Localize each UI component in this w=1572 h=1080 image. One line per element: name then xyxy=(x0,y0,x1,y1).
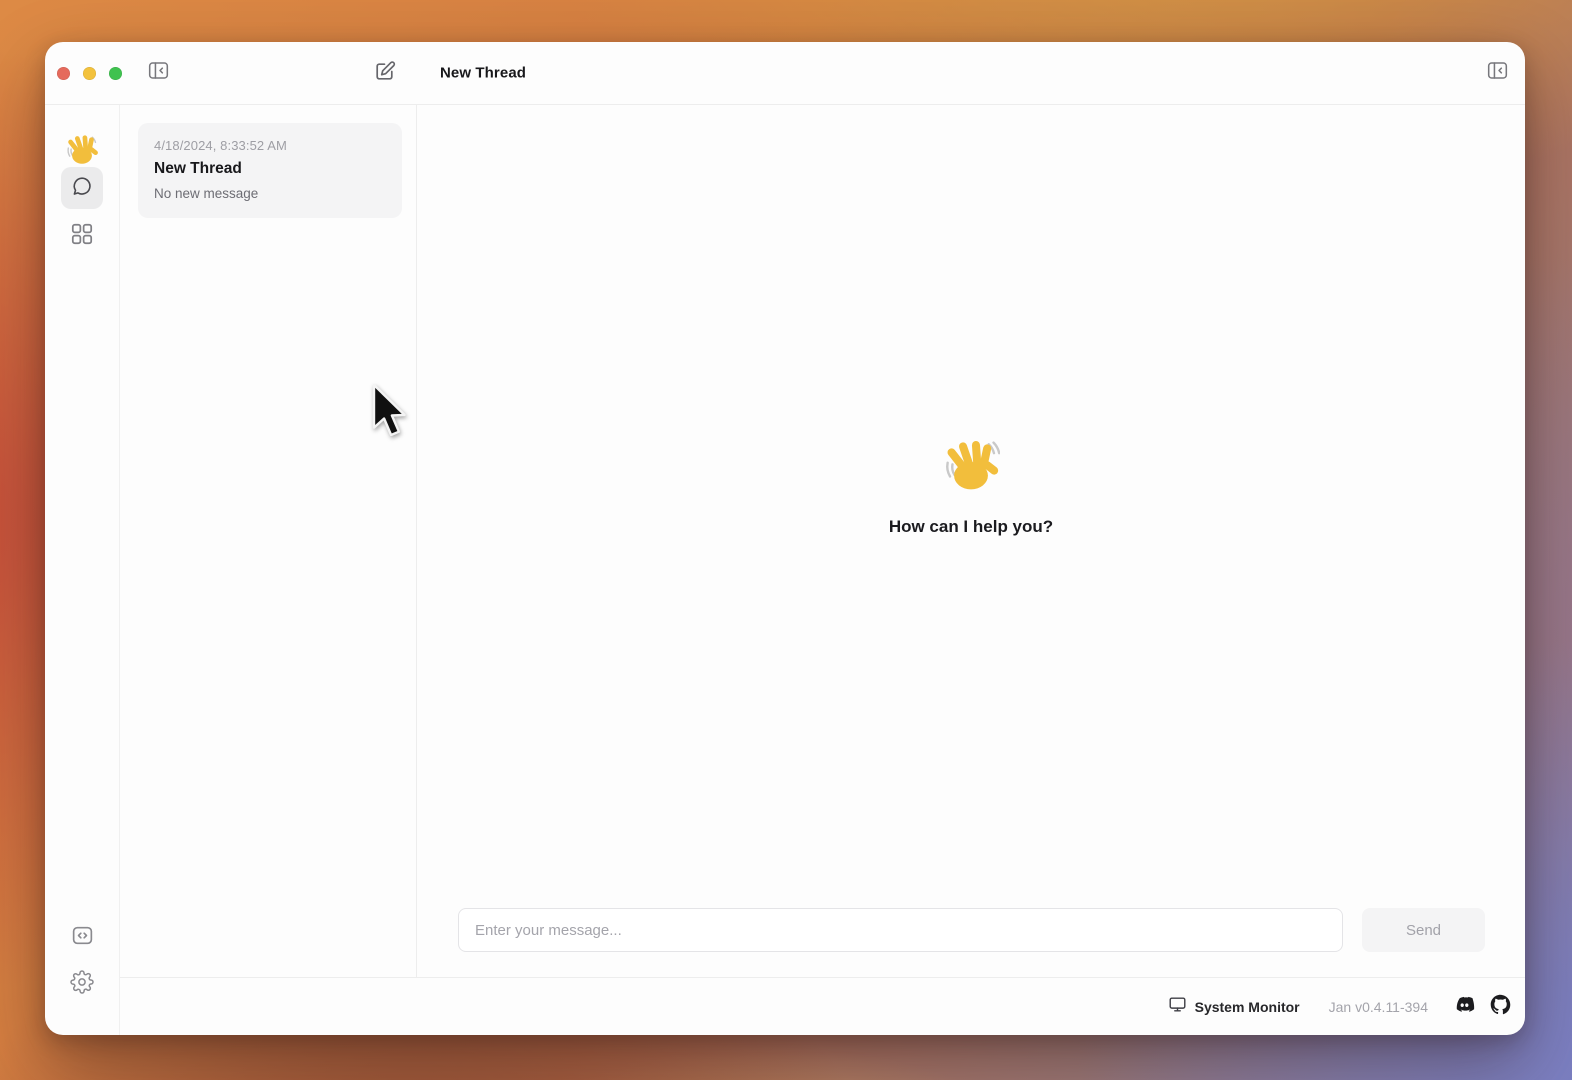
settings-button[interactable] xyxy=(61,963,103,1005)
gear-icon xyxy=(70,970,94,999)
github-link[interactable] xyxy=(1489,996,1511,1018)
wave-hand-icon xyxy=(942,437,1000,495)
sidebar-collapse-icon xyxy=(1486,59,1509,87)
jan-logo-wave[interactable] xyxy=(65,133,99,167)
nav-threads-button[interactable] xyxy=(61,167,103,209)
chat-bubble-icon xyxy=(70,174,94,203)
thread-title: New Thread xyxy=(154,160,386,178)
icon-rail-sidebar xyxy=(45,105,120,1035)
pencil-square-icon xyxy=(373,59,397,88)
sidebar-collapse-icon xyxy=(147,59,170,87)
chat-main-panel: How can I help you? Send xyxy=(417,105,1525,977)
local-api-server-button[interactable] xyxy=(61,917,103,959)
thread-list-item[interactable]: 4/18/2024, 8:33:52 AM New Thread No new … xyxy=(138,123,402,218)
github-icon xyxy=(1489,993,1512,1021)
monitor-icon xyxy=(1168,995,1187,1019)
greeting-text: How can I help you? xyxy=(889,517,1053,537)
minimize-window-button[interactable] xyxy=(83,67,96,80)
empty-thread-hero: How can I help you? xyxy=(417,105,1525,908)
zoom-window-button[interactable] xyxy=(109,67,122,80)
close-window-button[interactable] xyxy=(57,67,70,80)
system-monitor-label: System Monitor xyxy=(1195,999,1300,1015)
thread-title-header: New Thread xyxy=(440,65,526,82)
status-footer: System Monitor Jan v0.4.11-394 xyxy=(120,977,1525,1035)
app-window: New Thread xyxy=(45,42,1525,1035)
thread-timestamp: 4/18/2024, 8:33:52 AM xyxy=(154,138,386,153)
system-monitor-button[interactable]: System Monitor xyxy=(1168,995,1300,1019)
traffic-lights xyxy=(45,67,122,80)
toggle-left-panel-button[interactable] xyxy=(146,61,170,85)
create-new-thread-button[interactable] xyxy=(373,61,397,85)
code-square-icon xyxy=(70,923,95,953)
toggle-right-panel-button[interactable] xyxy=(1485,61,1509,85)
grid-icon xyxy=(69,221,95,252)
send-button[interactable]: Send xyxy=(1362,908,1485,952)
nav-hub-button[interactable] xyxy=(61,215,103,257)
thread-list-panel: 4/18/2024, 8:33:52 AM New Thread No new … xyxy=(120,105,417,977)
app-version-label: Jan v0.4.11-394 xyxy=(1329,999,1428,1015)
titlebar: New Thread xyxy=(45,42,1525,105)
discord-link[interactable] xyxy=(1453,996,1475,1018)
message-input[interactable] xyxy=(458,908,1343,952)
window-body: 4/18/2024, 8:33:52 AM New Thread No new … xyxy=(45,105,1525,1035)
thread-last-message: No new message xyxy=(154,186,386,201)
message-composer: Send xyxy=(417,908,1525,977)
discord-icon xyxy=(1453,993,1476,1021)
